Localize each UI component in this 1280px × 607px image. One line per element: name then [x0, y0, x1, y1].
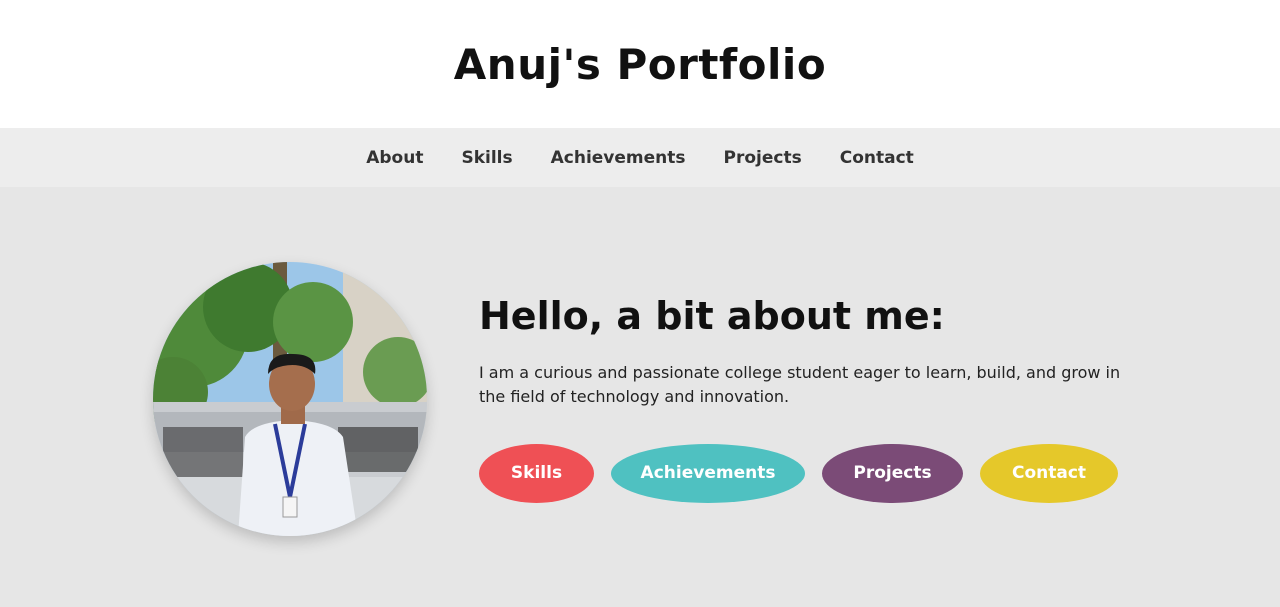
nav-link-about[interactable]: About — [366, 148, 423, 168]
projects-button[interactable]: Projects — [822, 443, 963, 503]
site-title: Anuj's Portfolio — [453, 39, 827, 89]
skills-button[interactable]: Skills — [479, 443, 594, 503]
achievements-button[interactable]: Achievements — [611, 443, 805, 503]
about-content: Hello, a bit about me: I am a curious an… — [479, 294, 1139, 503]
about-heading: Hello, a bit about me: — [479, 294, 945, 338]
nav-link-contact[interactable]: Contact — [840, 148, 914, 168]
nav-link-projects[interactable]: Projects — [724, 148, 802, 168]
contact-button[interactable]: Contact — [980, 443, 1118, 503]
site-header: Anuj's Portfolio — [0, 0, 1280, 128]
navbar: About Skills Achievements Projects Conta… — [0, 128, 1280, 187]
about-section: Hello, a bit about me: I am a curious an… — [0, 187, 1280, 607]
section-buttons: Skills Achievements Projects Contact — [479, 443, 1139, 503]
nav-link-achievements[interactable]: Achievements — [551, 148, 686, 168]
profile-photo-illustration — [153, 262, 427, 536]
nav-link-skills[interactable]: Skills — [461, 148, 512, 168]
about-description: I am a curious and passionate college st… — [479, 362, 1121, 406]
profile-photo — [153, 262, 427, 536]
